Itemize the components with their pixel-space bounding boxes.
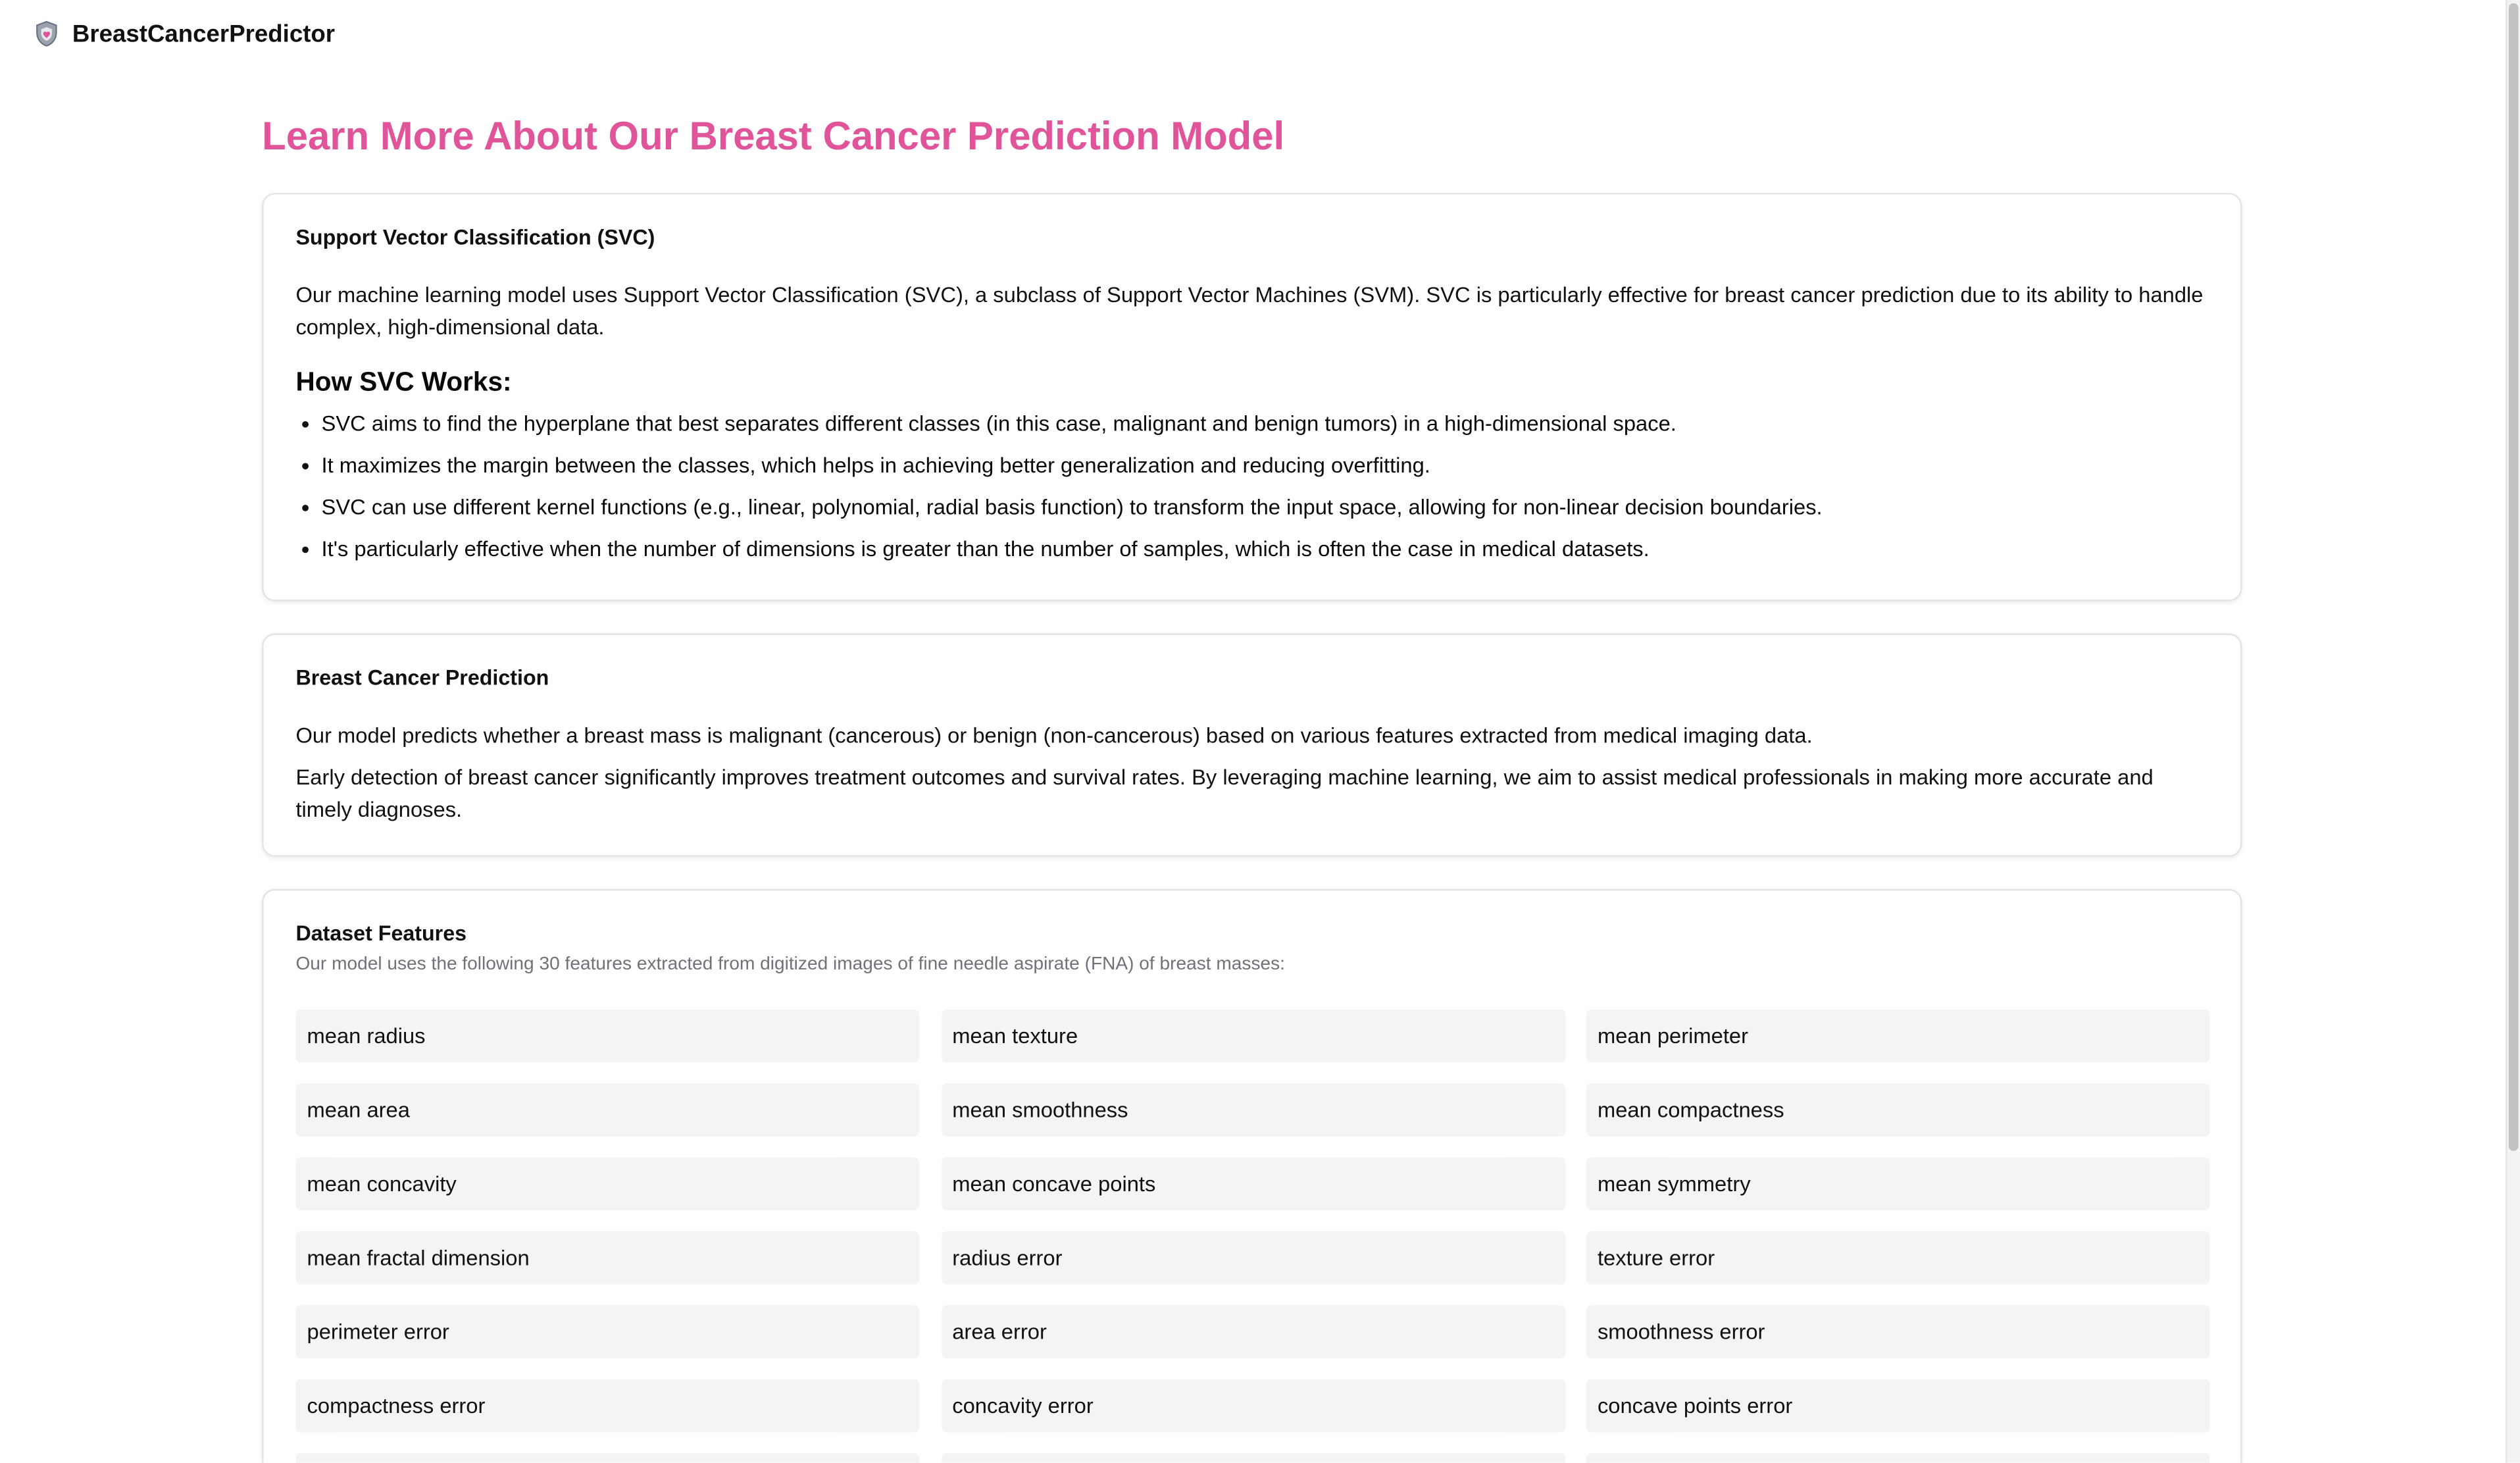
page: BreastCancerPredictor Learn More About O… [0,0,2520,1463]
feature-item: mean smoothness [941,1083,1565,1137]
feature-item: radius error [941,1231,1565,1285]
feature-item: mean concave points [941,1157,1565,1211]
bullet-dot [302,421,309,428]
feature-item: mean perimeter [1586,1009,2210,1063]
prediction-paragraph-1: Our model predicts whether a breast mass… [295,723,1813,748]
feature-item [1586,1453,2210,1463]
page-title: Learn More About Our Breast Cancer Predi… [262,115,1285,159]
feature-item: mean concavity [295,1157,920,1211]
feature-item: area error [941,1305,1565,1358]
scrollbar-thumb[interactable] [2508,3,2519,1151]
feature-item: perimeter error [295,1305,920,1358]
dataset-card-subtitle: Our model uses the following 30 features… [295,954,1286,975]
svc-card-title: Support Vector Classification (SVC) [295,224,655,249]
dataset-card-title: Dataset Features [295,921,467,946]
svc-intro: Our machine learning model uses Support … [295,282,2204,340]
feature-item: mean radius [295,1009,920,1063]
list-item: It maximizes the margin between the clas… [295,450,2208,492]
feature-item: mean area [295,1083,920,1137]
brand-link[interactable]: BreastCancerPredictor [32,19,335,48]
bullet-text: SVC can use different kernel functions (… [321,495,1823,519]
navbar: BreastCancerPredictor [0,0,2507,68]
bullet-text: SVC aims to find the hyperplane that bes… [321,411,1676,436]
feature-item: texture error [1586,1231,2210,1285]
prediction-card: Breast Cancer Prediction Our model predi… [262,633,2242,857]
feature-item [941,1453,1565,1463]
feature-item: compactness error [295,1379,920,1433]
list-item: SVC can use different kernel functions (… [295,492,2208,534]
main-content: Learn More About Our Breast Cancer Predi… [262,113,2242,1463]
feature-item: concave points error [1586,1379,2210,1433]
feature-grid: mean radius mean texture mean perimeter … [295,1009,2210,1463]
bullet-dot [302,504,309,511]
svc-card: Support Vector Classification (SVC) Our … [262,193,2242,602]
prediction-card-title: Breast Cancer Prediction [295,665,549,690]
bullet-dot [302,463,309,470]
dataset-features-card: Dataset Features Our model uses the foll… [262,888,2242,1463]
brand-name: BreastCancerPredictor [72,20,336,48]
prediction-paragraph-2: Early detection of breast cancer signifi… [295,765,2154,822]
feature-item: smoothness error [1586,1305,2210,1358]
bullet-text: It maximizes the margin between the clas… [321,453,1430,478]
how-svc-works-heading: How SVC Works: [295,366,512,398]
list-item: SVC aims to find the hyperplane that bes… [295,408,2208,450]
feature-item [295,1453,920,1463]
bullet-text: It's particularly effective when the num… [321,536,1650,561]
vertical-scrollbar[interactable] [2506,0,2520,1463]
feature-item: mean compactness [1586,1083,2210,1137]
feature-item: mean symmetry [1586,1157,2210,1211]
shield-icon [32,19,61,48]
feature-item: concavity error [941,1379,1565,1433]
feature-item: mean texture [941,1009,1565,1063]
feature-item: mean fractal dimension [295,1231,920,1285]
bullet-dot [302,546,309,553]
list-item: It's particularly effective when the num… [295,534,2208,576]
svc-bullet-list: SVC aims to find the hyperplane that bes… [295,408,2208,575]
